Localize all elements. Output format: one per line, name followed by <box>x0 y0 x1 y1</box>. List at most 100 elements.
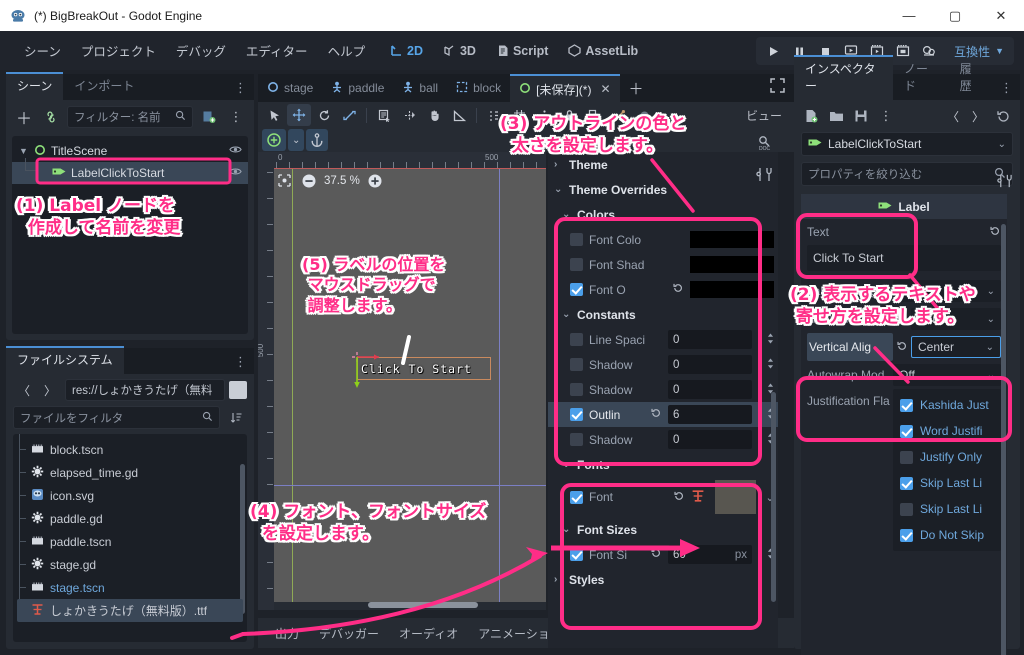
resource-preview[interactable] <box>715 480 756 514</box>
theme-row-2[interactable]: ⌄ Colors <box>548 202 778 227</box>
folder-icon[interactable] <box>825 105 847 127</box>
menu-item-2[interactable]: デバッグ <box>166 36 236 65</box>
select-mode-button[interactable] <box>262 104 286 126</box>
file-list-item-4[interactable]: paddle.tscn <box>13 530 247 553</box>
scale-mode-button[interactable] <box>337 104 361 126</box>
theme-row-14[interactable]: ⌄ Font Sizes <box>548 517 778 542</box>
theme-override-checkbox[interactable] <box>570 433 583 446</box>
theme-row-8[interactable]: Shadow 0 <box>548 352 778 377</box>
spinner-icon[interactable] <box>762 357 778 373</box>
eye-icon[interactable] <box>229 144 242 158</box>
inspector-section-header[interactable]: Label <box>801 194 1007 219</box>
theme-override-checkbox[interactable] <box>570 358 583 371</box>
measure-mode-button[interactable] <box>447 104 471 126</box>
file-list-item-3[interactable]: paddle.gd <box>13 507 247 530</box>
theme-row-12[interactable]: ⌄ Fonts <box>548 452 778 477</box>
chevron-down-icon[interactable]: ⌄ <box>562 209 572 220</box>
main-button-2d[interactable]: 2D <box>382 39 431 63</box>
number-input[interactable]: 0 <box>668 380 752 399</box>
flag-checkbox-row-1[interactable]: Word Justifi <box>893 418 1001 444</box>
flag-checkbox-row-3[interactable]: Skip Last Li <box>893 470 1001 496</box>
theme-row-7[interactable]: Line Spaci 0 <box>548 327 778 352</box>
inspector-tab-0[interactable]: インスペクター <box>794 55 893 100</box>
list-select-button[interactable] <box>372 104 396 126</box>
nav-forward-button[interactable]: 〉 <box>39 379 61 401</box>
chevron-right-icon[interactable]: › <box>554 159 564 170</box>
inspector-scrollbar[interactable] <box>1001 224 1006 655</box>
bottom-tab-1[interactable]: デバッガー <box>310 620 388 647</box>
move-mode-button[interactable] <box>287 104 311 126</box>
theme-override-checkbox[interactable] <box>570 548 583 561</box>
theme-override-checkbox[interactable] <box>570 408 583 421</box>
scene-tab-0[interactable]: シーン <box>6 72 64 100</box>
pan-mode-button[interactable] <box>422 104 446 126</box>
doc-icon[interactable]: DOC <box>753 131 775 153</box>
key-dropdown-button[interactable]: ⌄ <box>288 129 305 151</box>
property-dropdown[interactable]: Off ⌄ <box>893 364 1001 386</box>
scene-filter-input[interactable]: フィルター: 名前 <box>67 106 193 128</box>
filesystem-tab-0[interactable]: ファイルシステム <box>6 346 124 374</box>
eye-icon[interactable] <box>229 166 242 180</box>
theme-row-9[interactable]: Shadow 0 <box>548 377 778 402</box>
history-back-button[interactable]: 〈 <box>942 105 964 127</box>
add-scene-tab-button[interactable]: ＋ <box>620 78 653 99</box>
flag-checkbox[interactable] <box>900 398 913 412</box>
file-list-item-1[interactable]: elapsed_time.gd <box>13 461 247 484</box>
revert-icon[interactable] <box>896 340 908 355</box>
scene-tab-options-button[interactable]: ⋮ <box>227 76 254 100</box>
theme-row-15[interactable]: Font Si 60 px <box>548 542 778 567</box>
inspector-tab-2[interactable]: 履歴 <box>949 55 993 100</box>
fullscreen-icon[interactable] <box>761 78 794 98</box>
property-row-autowrap-mod[interactable]: Autowrap Mod Off ⌄ <box>801 361 1007 389</box>
main-button-3d[interactable]: 3D <box>435 39 484 63</box>
scene-tab-ball[interactable]: ball <box>393 74 447 102</box>
minimize-button[interactable]: — <box>886 0 932 31</box>
number-input[interactable]: 60 px <box>668 545 752 564</box>
bottom-tab-0[interactable]: 出力 <box>266 620 308 647</box>
scene-tab-1[interactable]: インポート <box>63 72 145 100</box>
scene-tab-block[interactable]: block <box>447 74 510 102</box>
chevron-down-icon[interactable]: ⌄ <box>562 309 572 320</box>
flag-checkbox-row-4[interactable]: Skip Last Li <box>893 496 1001 522</box>
color-swatch[interactable] <box>690 281 774 298</box>
nav-back-button[interactable]: 〈 <box>13 379 35 401</box>
scene-options-button[interactable]: ⋮ <box>225 106 247 128</box>
tree-twist-icon[interactable]: ▼ <box>18 146 29 156</box>
number-input[interactable]: 0 <box>668 355 752 374</box>
scene-tab-stage[interactable]: stage <box>258 74 322 102</box>
zoom-out-button[interactable] <box>300 172 317 189</box>
flag-checkbox[interactable] <box>900 450 913 464</box>
file-list-item-2[interactable]: icon.svg <box>13 484 247 507</box>
chevron-down-icon[interactable]: ⌄ <box>562 524 572 535</box>
menu-item-1[interactable]: プロジェクト <box>71 36 166 65</box>
color-swatch[interactable] <box>690 256 774 273</box>
ruler-mode-button[interactable] <box>397 104 421 126</box>
flag-checkbox[interactable] <box>900 502 913 516</box>
theme-override-checkbox[interactable] <box>570 283 583 296</box>
number-input[interactable]: 6 <box>668 405 752 424</box>
zoom-level-label[interactable]: 37.5 % <box>324 175 360 187</box>
file-list-item-5[interactable]: stage.gd <box>13 553 247 576</box>
scene-tab-[未保存](*)[interactable]: [未保存](*) ✕ <box>510 74 620 102</box>
number-input[interactable]: 0 <box>668 330 752 349</box>
center-inspector-scrollbar[interactable] <box>771 392 776 602</box>
property-row-vertical-alig[interactable]: Vertical Alig Center ⌄ <box>801 333 1007 361</box>
revert-icon[interactable] <box>672 282 684 297</box>
close-button[interactable]: ✕ <box>978 0 1024 31</box>
inspector-search-input[interactable]: プロパティを絞り込む <box>801 162 1013 186</box>
revert-icon[interactable] <box>673 490 685 505</box>
property-dropdown[interactable]: Center ⌄ <box>911 336 1001 358</box>
chevron-right-icon[interactable]: › <box>554 574 564 585</box>
anchor-button[interactable] <box>306 129 329 151</box>
add-key-button[interactable] <box>262 129 286 151</box>
zoom-in-button[interactable] <box>367 172 384 189</box>
history-forward-button[interactable]: 〉 <box>967 105 989 127</box>
scene-tree-node-0[interactable]: ▼ TitleScene <box>12 140 248 162</box>
theme-row-3[interactable]: Font Colo <box>548 227 778 252</box>
theme-row-6[interactable]: ⌄ Constants <box>548 302 778 327</box>
flag-checkbox-row-5[interactable]: Do Not Skip <box>893 522 1001 548</box>
create-script-button[interactable] <box>198 106 220 128</box>
file-list-item-6[interactable]: stage.tscn <box>13 576 247 599</box>
favorite-toggle-button[interactable] <box>229 381 247 399</box>
file-list-item-0[interactable]: block.tscn <box>13 438 247 461</box>
